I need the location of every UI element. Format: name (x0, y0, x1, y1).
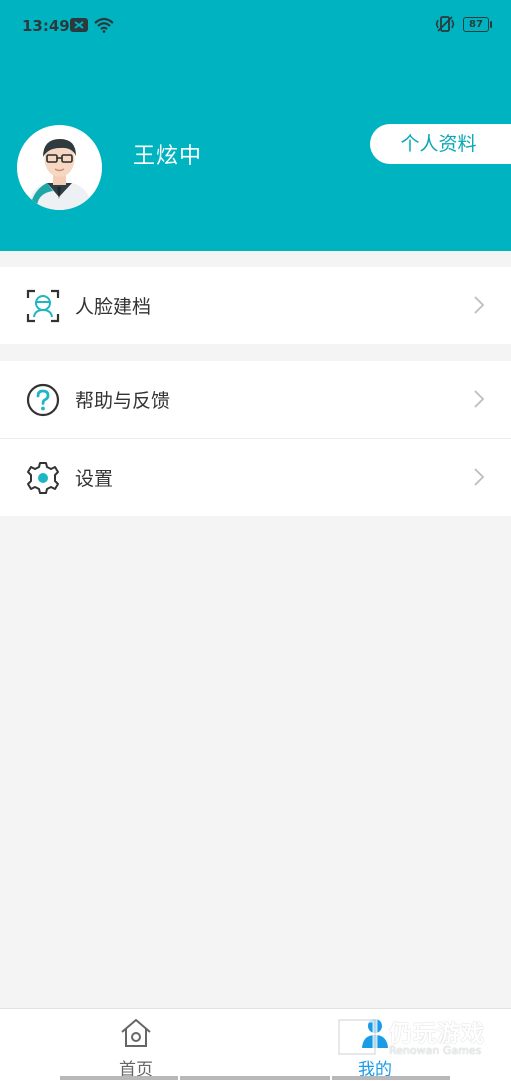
home-icon (121, 1019, 151, 1047)
doctor-avatar-icon (17, 125, 102, 210)
tab-home[interactable]: 首页 (46, 1009, 226, 1080)
profile-button[interactable]: 个人资料 (370, 124, 511, 164)
menu-item-face-archive[interactable]: 人脸建档 (0, 267, 511, 344)
face-scan-icon (26, 289, 60, 323)
watermark-logo-icon (336, 1017, 378, 1057)
menu-group-2: 帮助与反馈 设置 (0, 361, 511, 516)
status-time: 13:49 (22, 17, 70, 35)
chevron-right-icon (474, 390, 485, 408)
vibrate-icon (435, 16, 455, 32)
watermark: 仍玩游戏 Renowan Games (335, 1014, 495, 1062)
menu-group-1: 人脸建档 (0, 267, 511, 344)
nav-indicator-left (60, 1076, 178, 1080)
status-bar: 13:49 87 (0, 0, 511, 52)
menu-item-help-feedback[interactable]: 帮助与反馈 (0, 361, 511, 438)
help-icon (26, 383, 60, 417)
notification-icon (70, 18, 88, 32)
battery-indicator: 87 (463, 16, 492, 32)
watermark-subtitle: Renowan Games (389, 1044, 482, 1057)
nav-indicator-middle (180, 1076, 330, 1080)
status-left-icons (70, 17, 114, 33)
nav-indicator-right (332, 1076, 450, 1080)
status-right: 87 (435, 16, 492, 32)
menu-item-settings[interactable]: 设置 (0, 439, 511, 516)
gear-icon (27, 462, 59, 494)
chevron-right-icon (474, 296, 485, 314)
chevron-right-icon (474, 468, 485, 486)
menu-item-label: 设置 (75, 468, 114, 490)
menu-item-label: 帮助与反馈 (75, 390, 171, 412)
avatar[interactable] (17, 125, 102, 210)
user-name: 王炫中 (133, 144, 203, 169)
wifi-icon (94, 17, 114, 33)
watermark-title: 仍玩游戏 (389, 1021, 485, 1047)
menu-item-label: 人脸建档 (75, 296, 152, 318)
